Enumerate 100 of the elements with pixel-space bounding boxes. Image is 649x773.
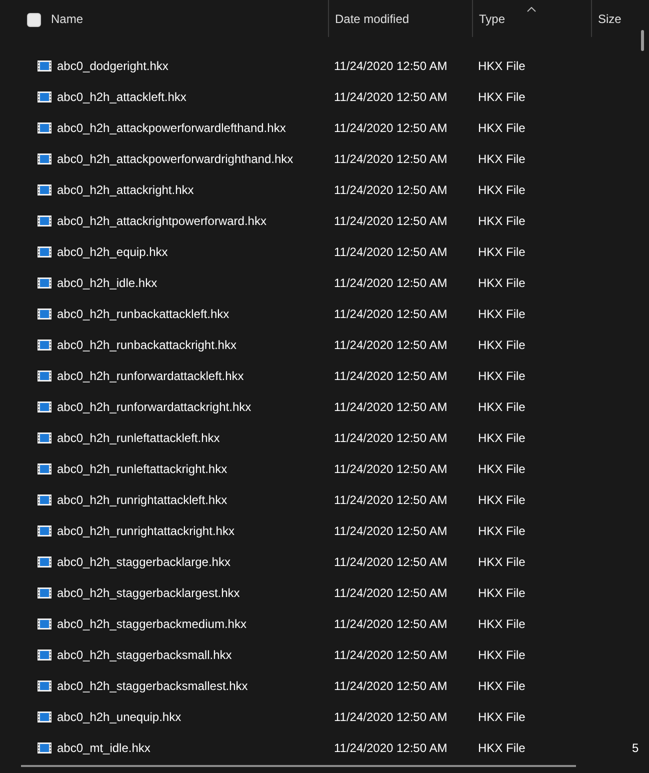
date-modified: 11/24/2020 12:50 AM [334,90,448,104]
file-type: HKX File [478,462,526,476]
file-icon [37,400,52,412]
vertical-scrollbar-thumb[interactable] [641,30,644,51]
date-modified: 11/24/2020 12:50 AM [334,554,448,568]
file-icon [37,462,52,474]
date-modified: 11/24/2020 12:50 AM [334,586,448,600]
file-icon [37,742,52,754]
file-icon [37,308,52,320]
date-modified: 11/24/2020 12:50 AM [334,462,448,476]
file-icon [37,214,52,226]
file-icon [37,432,52,444]
file-icon [37,276,52,288]
file-icon [37,122,52,134]
file-icon [37,586,52,598]
file-type: HKX File [478,430,526,444]
file-type: HKX File [478,710,526,724]
select-all-checkbox[interactable] [27,13,41,27]
column-header[interactable]: Name [51,10,84,28]
file-name[interactable]: abc0_h2h_unequip.hkx [57,708,182,726]
file-name[interactable]: abc0_h2h_attackpowerforwardrighthand.hkx [57,150,294,168]
file-size: 5 [632,740,639,754]
file-name[interactable]: abc0_h2h_runrightattackright.hkx [57,522,234,540]
date-modified: 11/24/2020 12:50 AM [334,182,448,196]
file-type: HKX File [478,306,526,320]
file-icon [37,370,52,382]
file-name[interactable]: abc0_h2h_runbackattackleft.hkx [57,304,230,322]
date-modified: 11/24/2020 12:50 AM [334,678,448,692]
date-modified: 11/24/2020 12:50 AM [334,338,448,352]
file-name[interactable]: abc0_h2h_attackpowerforwardlefthand.hkx [57,118,286,136]
file-name[interactable]: abc0_h2h_runforwardattackleft.hkx [57,366,244,384]
file-name[interactable]: abc0_h2h_attackright.hkx [57,180,194,198]
file-type: HKX File [478,740,526,754]
file-icon [37,680,52,692]
file-name[interactable]: abc0_h2h_runleftattackright.hkx [57,460,228,478]
column-header[interactable]: Date modified [335,10,410,28]
file-type: HKX File [478,58,526,72]
file-name[interactable]: abc0_h2h_idle.hkx [57,274,158,292]
file-icon [37,338,52,350]
file-name[interactable]: abc0_h2h_runforwardattackright.hkx [57,398,252,416]
date-modified: 11/24/2020 12:50 AM [334,616,448,630]
date-modified: 11/24/2020 12:50 AM [334,400,448,414]
date-modified: 11/24/2020 12:50 AM [334,306,448,320]
date-modified: 11/24/2020 12:50 AM [334,710,448,724]
file-name[interactable]: abc0_h2h_equip.hkx [57,242,168,260]
file-type: HKX File [478,586,526,600]
file-icon [37,524,52,536]
file-name[interactable]: abc0_h2h_runbackattackright.hkx [57,336,236,354]
file-type: HKX File [478,90,526,104]
file-icon [37,60,52,72]
date-modified: 11/24/2020 12:50 AM [334,648,448,662]
date-modified: 11/24/2020 12:50 AM [334,120,448,134]
file-icon [37,246,52,258]
file-type: HKX File [478,182,526,196]
file-name[interactable]: abc0_h2h_staggerbacksmallest.hkx [57,676,248,694]
date-modified: 11/24/2020 12:50 AM [334,276,448,290]
file-name[interactable]: abc0_h2h_runrightattackleft.hkx [57,490,228,508]
file-icon [37,152,52,164]
date-modified: 11/24/2020 12:50 AM [334,430,448,444]
file-icon [37,618,52,630]
date-modified: 11/24/2020 12:50 AM [334,244,448,258]
file-type: HKX File [478,492,526,506]
file-icon [37,494,52,506]
file-type: HKX File [478,276,526,290]
column-header[interactable]: Size [598,10,622,28]
date-modified: 11/24/2020 12:50 AM [334,492,448,506]
file-icon [37,90,52,102]
file-type: HKX File [478,400,526,414]
file-type: HKX File [478,338,526,352]
file-name[interactable]: abc0_h2h_staggerbacksmall.hkx [57,646,232,664]
file-icon [37,184,52,196]
date-modified: 11/24/2020 12:50 AM [334,152,448,166]
file-icon [37,648,52,660]
file-type: HKX File [478,524,526,538]
date-modified: 11/24/2020 12:50 AM [334,214,448,228]
horizontal-scrollbar-thumb[interactable] [21,765,576,767]
file-name[interactable]: abc0_h2h_staggerbacklargest.hkx [57,584,240,602]
date-modified: 11/24/2020 12:50 AM [334,740,448,754]
file-name[interactable]: abc0_dodgeright.hkx [57,56,168,74]
file-type: HKX File [478,152,526,166]
file-name[interactable]: abc0_mt_idle.hkx [57,738,150,756]
file-name[interactable]: abc0_h2h_staggerbackmedium.hkx [57,614,246,632]
file-type: HKX File [478,554,526,568]
file-type: HKX File [478,244,526,258]
file-type: HKX File [478,678,526,692]
file-type: HKX File [478,214,526,228]
date-modified: 11/24/2020 12:50 AM [334,368,448,382]
column-header[interactable]: Type [479,10,506,28]
file-name[interactable]: abc0_h2h_runleftattackleft.hkx [57,428,220,446]
date-modified: 11/24/2020 12:50 AM [334,524,448,538]
file-name[interactable]: abc0_h2h_attackleft.hkx [57,88,186,106]
file-name[interactable]: abc0_h2h_staggerbacklarge.hkx [57,552,230,570]
file-type: HKX File [478,616,526,630]
date-modified: 11/24/2020 12:50 AM [334,58,448,72]
file-icon [37,556,52,568]
file-type: HKX File [478,368,526,382]
file-icon [37,710,52,722]
file-name[interactable]: abc0_h2h_attackrightpowerforward.hkx [57,212,266,230]
file-type: HKX File [478,120,526,134]
file-type: HKX File [478,648,526,662]
